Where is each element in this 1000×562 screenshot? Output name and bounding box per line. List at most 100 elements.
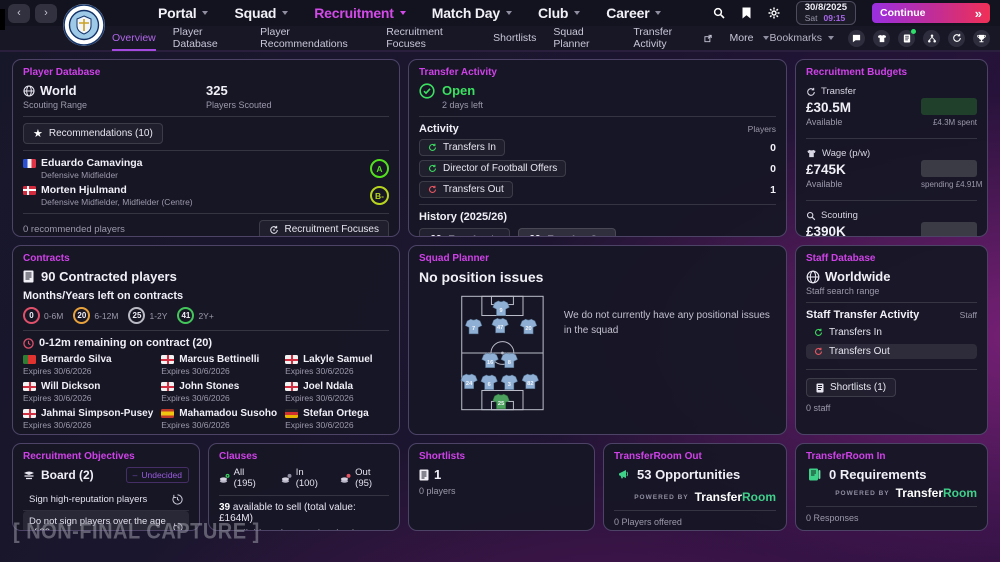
forward-button[interactable]: › [35, 4, 57, 23]
recruitment-objectives-panel[interactable]: Recruitment Objectives Board (2) –Undeci… [12, 443, 200, 531]
nav-portal[interactable]: Portal [158, 5, 208, 21]
coins-icon [281, 473, 292, 484]
wage-budget-bar [921, 160, 977, 177]
bookmark-icon[interactable] [741, 7, 752, 19]
powered-by-transferroom: POWERED BY TransferRoom [614, 490, 776, 504]
expiring-player[interactable]: Marcus BettinelliExpires 30/6/2026 [161, 354, 277, 376]
window-status: Open [442, 83, 483, 98]
squad-shirt-icon[interactable] [873, 30, 890, 47]
wage-budget-amount: £745K [806, 162, 921, 177]
player-database-panel[interactable]: Player Database World Scouting Range 325… [12, 59, 400, 237]
shirt-icon [806, 149, 817, 158]
sync-icon[interactable] [948, 30, 965, 47]
transfers-out-count: 1 [770, 184, 776, 196]
staff-shortlists-button[interactable]: Shortlists (1) [806, 378, 896, 397]
recommendations-button[interactable]: ★ Recommendations (10) [23, 123, 163, 144]
history-transfers-in-button[interactable]: £0 Transfers In [419, 228, 510, 237]
players-scouted-label: Players Scouted [206, 100, 389, 110]
transfer-activity-panel[interactable]: Transfer Activity Open 2 days left Activ… [408, 59, 787, 237]
tab-squad-planner[interactable]: Squad Planner [553, 26, 616, 50]
clauses-out-filter[interactable]: Out (95) [340, 467, 389, 489]
staff-transfers-in-row[interactable]: Transfers In [806, 325, 977, 340]
panel-title: Staff Database [806, 253, 977, 264]
divider [614, 510, 776, 511]
scouting-budget-bar [921, 222, 977, 237]
shortlist-doc-icon [419, 469, 429, 481]
panel-title: Player Database [23, 67, 389, 78]
search-icon[interactable] [713, 7, 725, 19]
continue-button[interactable]: Continue » [872, 3, 990, 23]
no-issues-note: We do not currently have any positional … [564, 309, 776, 419]
transferroom-out-panel[interactable]: TransferRoom Out 53 Opportunities POWERE… [603, 443, 787, 531]
recommended-player-row[interactable]: Morten Hjulmand Defensive Midfielder, Mi… [23, 184, 389, 207]
tab-more[interactable]: More [730, 32, 770, 44]
expiring-player[interactable]: Jahmai Simpson-PuseyExpires 30/6/2026 [23, 408, 153, 430]
transfer-cycle-icon [806, 87, 816, 97]
expiring-player[interactable]: Bernardo SilvaExpires 30/6/2026 [23, 354, 153, 376]
recommended-player-row[interactable]: Eduardo Camavinga Defensive Midfielder A [23, 157, 389, 180]
clauses-panel[interactable]: Clauses All (195) In (100) Out (95) 39 a… [208, 443, 400, 531]
requirements-doc-icon [808, 468, 821, 481]
recruitment-focuses-button[interactable]: Recruitment Focuses [259, 220, 389, 237]
scouting-budget-item[interactable]: Scouting £390K Available £63 spent [806, 207, 977, 237]
dof-offers-count: 0 [770, 163, 776, 175]
divider [806, 369, 977, 370]
game-date[interactable]: 30/8/2025 Sat09:15 [796, 1, 856, 25]
tactics-icon[interactable] [923, 30, 940, 47]
transfers-in-row[interactable]: Transfers In 0 [419, 139, 776, 156]
staff-database-panel[interactable]: Staff Database Worldwide Staff search ra… [795, 245, 988, 435]
tab-overview[interactable]: Overview [112, 32, 156, 44]
tab-shortlists[interactable]: Shortlists [493, 32, 536, 44]
transfer-budget-item[interactable]: Transfer £30.5M Available £4.3M spent [806, 83, 977, 132]
history-transfers-out-button[interactable]: £0 Transfers Out [518, 228, 616, 237]
news-icon[interactable] [898, 30, 915, 47]
clauses-in-filter[interactable]: In (100) [281, 467, 327, 489]
players-column-header: Players [748, 124, 776, 134]
nav-club[interactable]: Club [538, 5, 580, 21]
undecided-badge[interactable]: –Undecided [126, 467, 189, 483]
dof-offers-row[interactable]: Director of Football Offers 0 [419, 160, 776, 177]
cycle-out-icon [814, 347, 823, 356]
trophy-icon[interactable] [973, 30, 990, 47]
window-status-sub: 2 days left [442, 100, 483, 110]
position-issues-headline: No position issues [419, 269, 776, 285]
panel-title: Transfer Activity [419, 67, 776, 78]
nav-match-day[interactable]: Match Day [432, 5, 512, 21]
bookmarks-dropdown[interactable]: Bookmarks [769, 32, 834, 44]
expiring-player[interactable]: Will DicksonExpires 30/6/2026 [23, 381, 153, 403]
tab-transfer-activity[interactable]: Transfer Activity [633, 26, 712, 50]
flag-england-icon [285, 382, 298, 391]
back-button[interactable]: ‹ [8, 4, 30, 23]
tab-recruitment-focuses[interactable]: Recruitment Focuses [386, 26, 476, 50]
flag-denmark-icon [23, 186, 36, 195]
expiring-player[interactable]: Mahamadou SusohoExpires 30/6/2026 [161, 408, 277, 430]
clauses-all-filter[interactable]: All (195) [219, 467, 268, 489]
staff-range-value: Worldwide [825, 269, 890, 284]
club-badge[interactable] [62, 3, 106, 47]
transferroom-in-panel[interactable]: TransferRoom In 0 Requirements POWERED B… [795, 443, 988, 531]
scouting-budget-amount: £390K [806, 224, 921, 237]
recruitment-budgets-panel[interactable]: Recruitment Budgets Transfer £30.5M Avai… [795, 59, 988, 237]
cycle-in-icon [428, 164, 437, 173]
expiring-player[interactable]: Lakyle SamuelExpires 30/6/2026 [285, 354, 389, 376]
nav-career[interactable]: Career [606, 5, 661, 21]
tab-player-recommendations[interactable]: Player Recommendations [260, 26, 369, 50]
staff-transfers-out-row[interactable]: Transfers Out [806, 344, 977, 359]
nav-squad[interactable]: Squad [234, 5, 288, 21]
transfers-out-row[interactable]: Transfers Out 1 [419, 181, 776, 198]
nav-recruitment[interactable]: Recruitment [314, 5, 405, 21]
gear-icon[interactable] [768, 7, 780, 19]
expiring-player[interactable]: Stefan OrtegaExpires 30/6/2026 [285, 408, 389, 430]
formation-pitch[interactable]: 9 7 47 20 16 8 24 6 3 82 25 [459, 287, 546, 419]
inbox-chat-icon[interactable] [848, 30, 865, 47]
scouting-range-label: Scouting Range [23, 100, 206, 110]
contracts-panel[interactable]: Contracts 90 Contracted players Months/Y… [12, 245, 400, 435]
tab-player-database[interactable]: Player Database [173, 26, 243, 50]
squad-planner-panel[interactable]: Squad Planner No position issues [408, 245, 787, 435]
objective-row[interactable]: Sign high-reputation players [23, 489, 189, 510]
expiring-player[interactable]: Joel NdalaExpires 30/6/2026 [285, 381, 389, 403]
expiring-player[interactable]: John StonesExpires 30/6/2026 [161, 381, 277, 403]
wage-budget-item[interactable]: Wage (p/w) £745K Available spending £4.9… [806, 145, 977, 194]
expiring-header: 0-12m remaining on contract (20) [39, 337, 212, 349]
shortlists-panel[interactable]: Shortlists 1 0 players [408, 443, 595, 531]
